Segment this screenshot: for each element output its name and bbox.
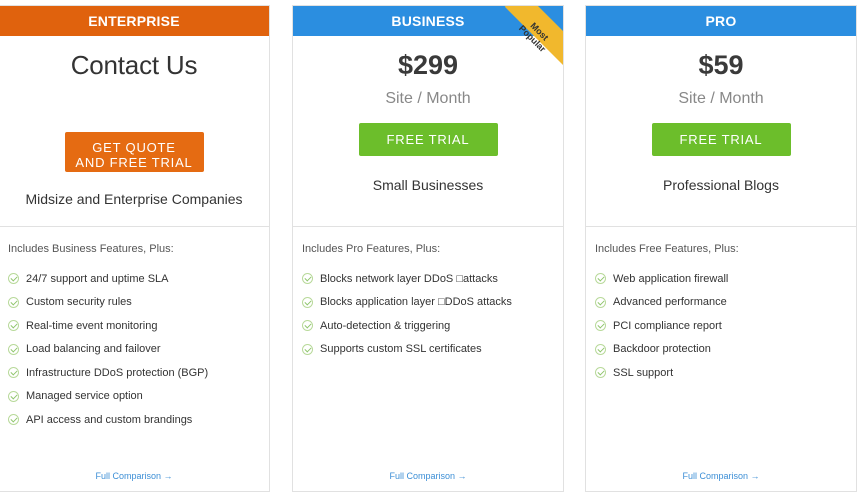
check-circle-icon [595, 320, 606, 332]
full-comparison-link[interactable]: Full Comparison → [586, 471, 856, 481]
check-circle-icon [595, 296, 606, 308]
feature-item: Blocks application layer □DDoS attacks [302, 291, 563, 315]
billing-period: Site / Month [385, 90, 471, 107]
billing-period: Site / Month [678, 90, 764, 107]
check-circle-icon [8, 414, 19, 426]
plan-name: ENTERPRISE [88, 13, 180, 29]
contact-us-heading: Contact Us [70, 50, 198, 80]
business-features: Includes Pro Features, Plus: Blocks netw… [293, 227, 563, 361]
price: $299 [397, 50, 459, 80]
features-title: Includes Business Features, Plus: [8, 243, 174, 255]
feature-item: Load balancing and failover [8, 338, 269, 362]
enterprise-summary: Contact Us GET QUOTE AND FREE TRIAL Mids… [0, 36, 269, 227]
check-circle-icon [8, 390, 19, 402]
check-circle-icon [8, 343, 19, 355]
feature-item: PCI compliance report [595, 314, 856, 338]
feature-item: Custom security rules [8, 291, 269, 315]
get-quote-button[interactable]: GET QUOTE AND FREE TRIAL [64, 132, 204, 172]
pro-plan-card: PRO $59 Site / Month FREE TRIAL Professi… [585, 5, 857, 492]
feature-item: Advanced performance [595, 291, 856, 315]
check-circle-icon [8, 320, 19, 332]
features-title: Includes Free Features, Plus: [595, 243, 739, 255]
feature-item: Backdoor protection [595, 338, 856, 362]
feature-item: Blocks network layer DDoS □attacks [302, 267, 563, 291]
check-circle-icon [8, 367, 19, 379]
pro-header: PRO [586, 6, 856, 36]
feature-item: Managed service option [8, 385, 269, 409]
free-trial-button[interactable]: FREE TRIAL [358, 123, 498, 156]
feature-item: API access and custom brandings [8, 408, 269, 432]
enterprise-header: ENTERPRISE [0, 6, 269, 36]
pro-features: Includes Free Features, Plus: Web applic… [586, 227, 856, 385]
plan-audience: Small Businesses [372, 177, 484, 193]
check-circle-icon [8, 273, 19, 285]
check-circle-icon [595, 273, 606, 285]
plan-name: PRO [705, 13, 737, 29]
check-circle-icon [302, 343, 313, 355]
pro-summary: $59 Site / Month FREE TRIAL Professional… [586, 36, 856, 227]
feature-item: Auto-detection & triggering [302, 314, 563, 338]
business-plan-card: BUSINESS Most Popular $299 Site / Month … [292, 5, 564, 492]
plan-audience: Professional Blogs [663, 177, 779, 193]
price: $59 [698, 50, 744, 80]
check-circle-icon [302, 320, 313, 332]
features-title: Includes Pro Features, Plus: [302, 243, 441, 255]
full-comparison-link[interactable]: Full Comparison → [293, 471, 563, 481]
feature-item: Infrastructure DDoS protection (BGP) [8, 361, 269, 385]
full-comparison-link[interactable]: Full Comparison → [0, 471, 269, 481]
enterprise-plan-card: ENTERPRISE Contact Us GET QUOTE AND FREE… [0, 5, 270, 492]
plan-name: BUSINESS [391, 13, 465, 29]
check-circle-icon [8, 296, 19, 308]
plan-audience: Midsize and Enterprise Companies [25, 191, 243, 207]
check-circle-icon [595, 343, 606, 355]
feature-item: Supports custom SSL certificates [302, 338, 563, 362]
feature-item: SSL support [595, 361, 856, 385]
feature-item: Real-time event monitoring [8, 314, 269, 338]
enterprise-features: Includes Business Features, Plus: 24/7 s… [0, 227, 269, 432]
feature-item: Web application firewall [595, 267, 856, 291]
check-circle-icon [302, 273, 313, 285]
check-circle-icon [595, 367, 606, 379]
feature-item: 24/7 support and uptime SLA [8, 267, 269, 291]
free-trial-button[interactable]: FREE TRIAL [651, 123, 791, 156]
check-circle-icon [302, 296, 313, 308]
business-summary: $299 Site / Month FREE TRIAL Small Busin… [293, 36, 563, 227]
